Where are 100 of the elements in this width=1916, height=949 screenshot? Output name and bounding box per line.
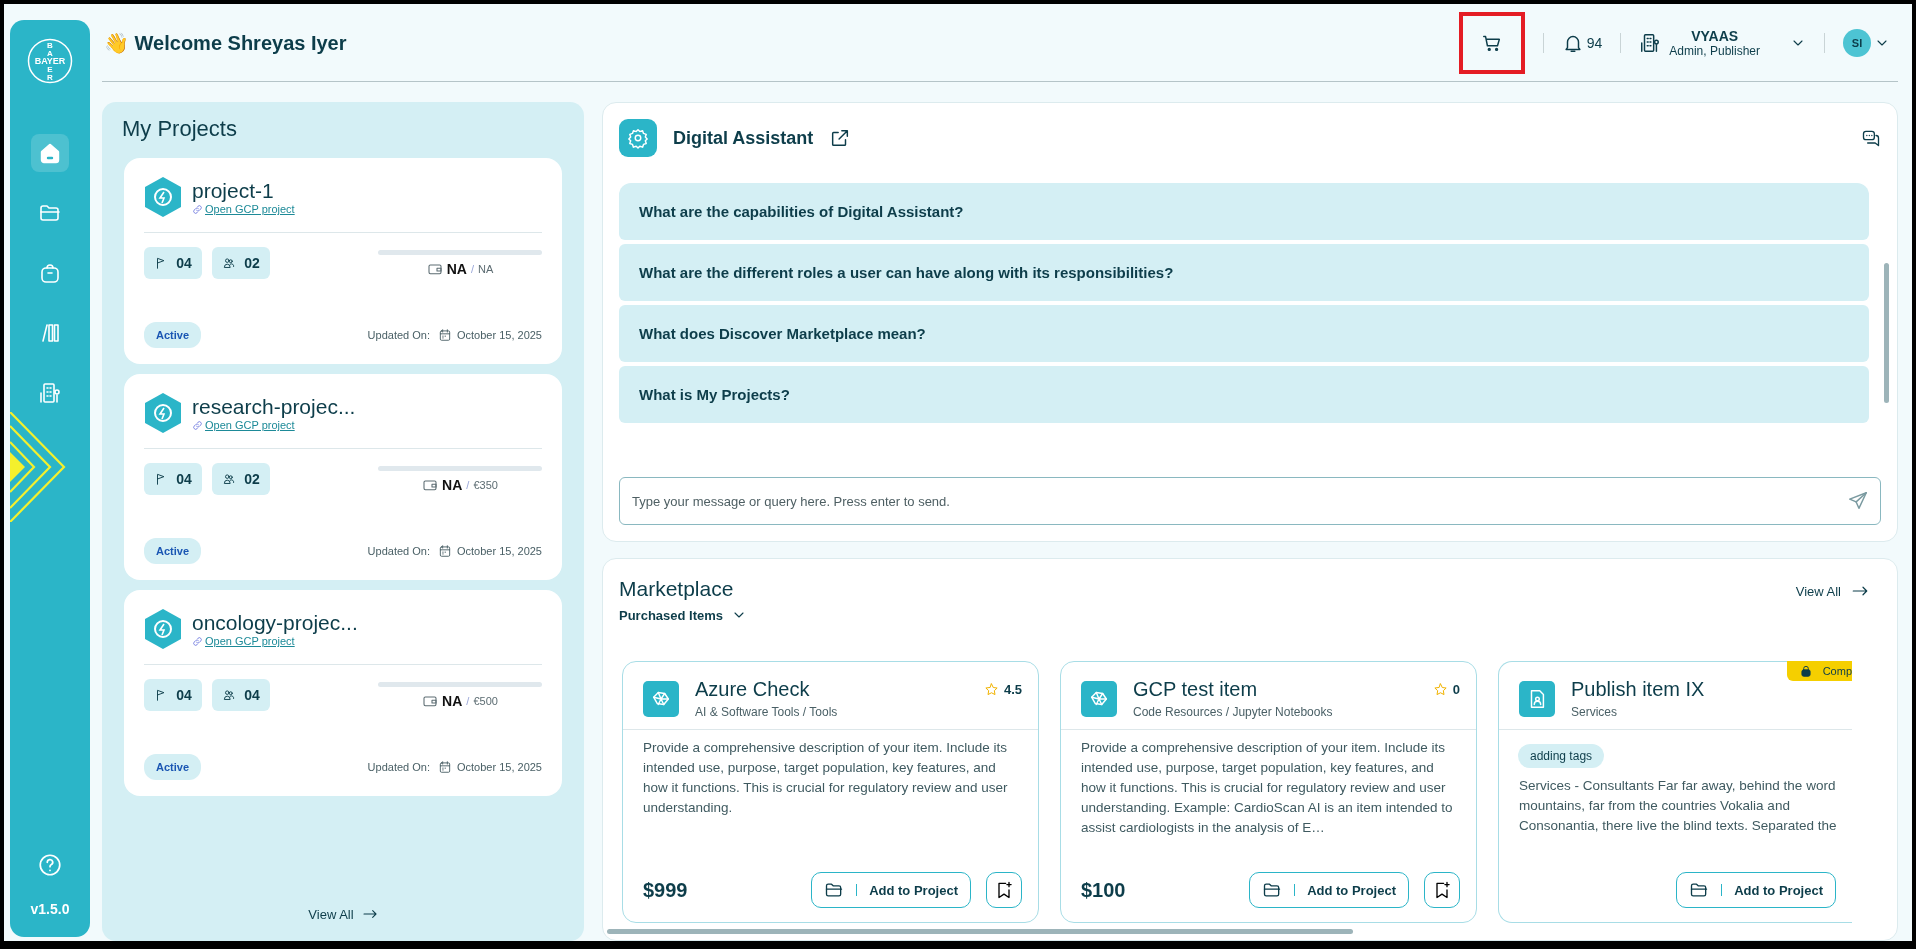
members-count[interactable]: 02 [212, 247, 270, 279]
bookmark-button[interactable] [1424, 872, 1460, 908]
view-all-link[interactable]: View All [1789, 581, 1875, 601]
suggested-question[interactable]: What are the capabilities of Digital Assistant? [619, 183, 1869, 240]
suggested-question[interactable]: What does Discover Marketplace mean? [619, 305, 1869, 362]
separator: / [470, 262, 474, 275]
item-description: Provide a comprehensive description of your item. Include its intended use, purpose, target population, key features, and how it functions. This is crucial for regulatory review and user understanding. [642, 739, 1009, 817]
calendar-icon [438, 328, 452, 342]
spent-amount: NA [446, 260, 467, 277]
bag-icon [38, 261, 62, 285]
updated-date: October 15, 2025 [438, 328, 542, 342]
assistant-title: Digital Assistant [673, 127, 814, 149]
updated-label: Updated On: [367, 329, 430, 341]
updated-label: Updated On: [367, 761, 430, 773]
building-icon [1639, 31, 1662, 54]
status-badge: Active [144, 754, 202, 780]
flags-count[interactable]: 04 [144, 679, 202, 711]
suggested-question[interactable]: What is My Projects? [619, 366, 1869, 423]
members-count[interactable]: 02 [212, 463, 270, 495]
chat-icon [1861, 128, 1881, 148]
nav-button[interactable] [31, 134, 69, 172]
project-icon [144, 392, 182, 434]
calendar-icon [438, 544, 452, 558]
version-label: v1.5.0 [30, 901, 70, 917]
bag-icon [1798, 664, 1813, 678]
notifications-button[interactable]: 94 [1561, 31, 1603, 54]
view-all-link[interactable]: View All [302, 905, 384, 923]
updated-date: October 15, 2025 [438, 760, 542, 774]
rating: 0 [1432, 682, 1460, 697]
spent-amount: NA [442, 692, 463, 709]
chat-button[interactable] [1861, 128, 1881, 148]
link-icon [192, 419, 203, 431]
project-icon [144, 176, 182, 218]
panel-title: My Projects [122, 116, 238, 142]
message-field[interactable]: Type your message or query here. Press enter to send. [619, 477, 1881, 525]
scrollbar-thumb[interactable] [1884, 263, 1889, 403]
network-icon [643, 680, 679, 717]
updated-date: October 15, 2025 [438, 544, 542, 558]
gcp-project-link[interactable]: Open GCP project [192, 203, 295, 215]
gcp-project-link[interactable]: Open GCP project [192, 419, 356, 431]
users-icon [222, 688, 237, 702]
welcome-heading: 👋 Welcome Shreyas Iyer [104, 30, 348, 55]
network-icon [1081, 680, 1117, 717]
item-title: GCP test item [1133, 678, 1259, 701]
add-to-project-button[interactable]: Add to Project [1249, 872, 1409, 908]
item-category: Services [1571, 705, 1618, 719]
add-to-project-button[interactable]: Add to Project [1676, 872, 1836, 908]
building-icon [38, 381, 62, 405]
project-card[interactable]: oncology-projec... Open GCP project 04 04 NA / €500 Active Updated On: October 15, 2025 [124, 590, 562, 796]
flags-count[interactable]: 04 [144, 247, 202, 279]
project-card[interactable]: research-projec... Open GCP project 04 02 NA / €350 Active Updated On: October 15, 2025 [124, 374, 562, 580]
link-icon [192, 203, 203, 215]
gcp-project-link[interactable]: Open GCP project [192, 635, 358, 647]
link-icon [192, 635, 203, 647]
project-icon [144, 608, 182, 650]
help-icon [37, 851, 63, 878]
item-price: $100 [1081, 878, 1126, 902]
flags-count[interactable]: 04 [144, 463, 202, 495]
tag-chip: adding tags [1518, 744, 1605, 768]
item-card[interactable] [1498, 661, 1852, 923]
users-icon [222, 472, 237, 486]
item-category: AI & Software Tools / Tools [695, 705, 839, 719]
scrollbar-thumb[interactable] [607, 929, 1353, 934]
item-card[interactable] [622, 661, 1039, 923]
status-badge: Active [144, 538, 202, 564]
item-title: Publish item IX [1571, 678, 1706, 701]
logo: B A BAYER E R [27, 38, 73, 84]
rating: 4.5 [983, 682, 1022, 697]
members-count[interactable]: 04 [212, 679, 270, 711]
item-description: Provide a comprehensive description of your item. Include its intended use, purpose, target population, key features, and how it functions. This is crucial for regulatory review and user understanding. Example: CardioScan AI is an item intended to assist cardiologists in the analysis of E… [1080, 739, 1454, 837]
project-card[interactable]: project-1 Open GCP project 04 02 NA / NA Active Updated On: October 15, 2025 [124, 158, 562, 364]
organization-menu[interactable]: VYAAS Admin, Publisher [1639, 27, 1806, 58]
users-icon [222, 256, 237, 270]
item-price: $999 [643, 878, 688, 902]
budget-amount: NA [478, 262, 494, 275]
separator: / [466, 478, 470, 491]
send-icon [1847, 490, 1869, 512]
panel-title: Marketplace [619, 577, 735, 601]
calendar-icon [438, 760, 452, 774]
item-card[interactable] [1060, 661, 1477, 923]
separator: / [466, 694, 470, 707]
item-category: Code Resources / Jupyter Notebooks [1133, 705, 1334, 719]
add-to-project-button[interactable]: Add to Project [811, 872, 971, 908]
item-title: Azure Check [695, 678, 811, 701]
gear-icon [627, 127, 649, 149]
project-name: project-1 [192, 179, 275, 203]
suggested-question[interactable]: What are the different roles a user can have along with its responsibilities? [619, 244, 1869, 301]
document-icon [1519, 680, 1555, 717]
status-badge: Comp [1786, 661, 1852, 681]
home-icon [38, 141, 62, 165]
project-name: research-projec... [192, 395, 356, 419]
budget-amount: €350 [473, 478, 498, 491]
updated-label: Updated On: [367, 545, 430, 557]
filter-dropdown[interactable]: Purchased Items [619, 607, 748, 623]
spent-amount: NA [442, 476, 463, 493]
star-icon [1432, 682, 1448, 697]
status-badge: Active [144, 322, 202, 348]
budget-amount: €500 [473, 694, 498, 707]
item-description: Services - Consultants Far far away, behind the word mountains, far from the countries Vokalia and Consonantia, there live the blind texts. Separated the [1518, 777, 1838, 835]
bookmark-button[interactable] [986, 872, 1022, 908]
